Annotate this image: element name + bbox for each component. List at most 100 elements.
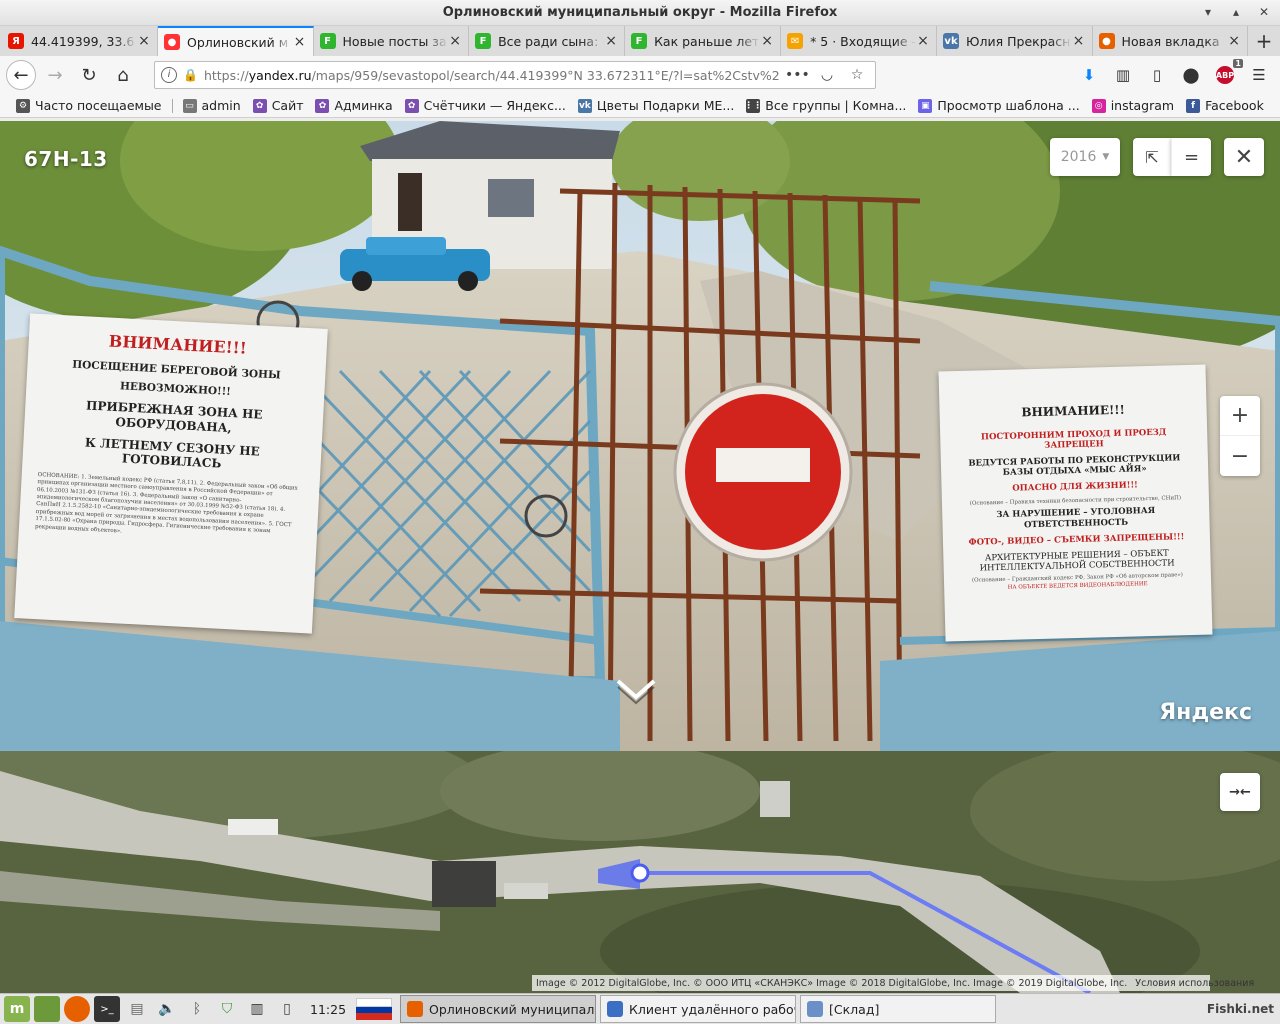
template-icon: ▣ bbox=[918, 98, 933, 113]
adblock-count: 1 bbox=[1233, 59, 1243, 68]
tab-title: Все ради сына: с bbox=[498, 33, 605, 49]
volume-icon[interactable]: 🔈 bbox=[154, 996, 180, 1022]
menu-icon[interactable]: ☰ bbox=[1244, 60, 1274, 90]
bluetooth-icon[interactable]: ᛒ bbox=[184, 996, 210, 1022]
bookmark-item[interactable]: ◎ instagram bbox=[1086, 98, 1180, 113]
new-tab-button[interactable]: + bbox=[1248, 26, 1280, 56]
home-button[interactable]: ⌂ bbox=[108, 60, 138, 90]
yandex-icon: Я bbox=[8, 33, 24, 49]
year-select[interactable]: 2016 ▼ bbox=[1050, 138, 1120, 176]
toolbar-right: ⬇ ▥ ▯ ⬤ ABP 1 ☰ bbox=[1074, 59, 1274, 90]
close-icon[interactable]: × bbox=[293, 34, 307, 50]
bookmark-item[interactable]: ⋮⋮ Все группы | Комна... bbox=[740, 98, 912, 113]
bookmark-item[interactable]: ▣ Просмотр шаблона ... bbox=[912, 98, 1085, 113]
tab-title: Юлия Прекрасн bbox=[966, 33, 1071, 49]
sign-right-line6: ФОТО-, ВИДЕО – СЪЕМКИ ЗАПРЕЩЕНЫ!!! bbox=[968, 531, 1185, 548]
bookmark-star-icon[interactable]: ☆ bbox=[845, 67, 869, 83]
close-icon[interactable]: × bbox=[916, 33, 930, 49]
url-path: /maps/959/sevastopol/search/44.419399°N … bbox=[311, 67, 779, 83]
browser-tab[interactable]: F Все ради сына: с × bbox=[469, 26, 626, 56]
vk-icon: vk bbox=[943, 33, 960, 49]
satellite-imagery bbox=[0, 751, 1280, 993]
forward-button[interactable]: → bbox=[40, 60, 70, 90]
collapse-map-button[interactable]: →← bbox=[1220, 773, 1260, 811]
street-panorama[interactable]: ВНИМАНИЕ!!! ПОСЕЩЕНИЕ БЕРЕГОВОЙ ЗОНЫ НЕВ… bbox=[0, 121, 1280, 751]
sign-left-fine-print: ОСНОВАНИЕ: 1. Земельный кодекс РФ (стать… bbox=[34, 471, 298, 535]
mint-menu-icon[interactable]: m bbox=[4, 996, 30, 1022]
taskbar-window-button[interactable]: Орлиновский муниципаль... bbox=[400, 995, 597, 1023]
browser-tab[interactable]: ✉ * 5 · Входящие - × bbox=[781, 26, 938, 56]
browser-tab[interactable]: F Новые посты за × bbox=[314, 26, 470, 56]
taskbar-window-button[interactable]: Клиент удалённого рабоче... bbox=[600, 995, 797, 1023]
drive-icon[interactable]: ▤ bbox=[124, 996, 150, 1022]
network-icon[interactable]: ▥ bbox=[244, 996, 270, 1022]
minimize-icon[interactable]: ▾ bbox=[1200, 4, 1216, 20]
close-icon[interactable]: × bbox=[448, 33, 462, 49]
watermark: Fishki.net bbox=[1206, 1002, 1274, 1016]
window-controls: ▾ ▴ ✕ bbox=[1200, 4, 1272, 20]
terms-link[interactable]: Условия использования bbox=[1135, 978, 1254, 989]
tab-title: * 5 · Входящие - bbox=[810, 33, 917, 49]
bookmark-item[interactable]: ✿ Админка bbox=[309, 98, 398, 113]
close-panorama-button[interactable]: ✕ bbox=[1224, 138, 1264, 176]
sign-left-heading: ВНИМАНИЕ!!! bbox=[108, 331, 248, 358]
browser-tab[interactable]: F Как раньше лете × bbox=[625, 26, 782, 56]
fishki-icon: F bbox=[319, 33, 336, 49]
close-window-icon[interactable]: ✕ bbox=[1256, 4, 1272, 20]
shield-icon[interactable]: ⛉ bbox=[214, 996, 240, 1022]
back-button[interactable]: ← bbox=[6, 60, 36, 90]
browser-tab[interactable]: ● Орлиновский м × bbox=[158, 26, 314, 56]
downloads-icon[interactable]: ⬇ bbox=[1074, 60, 1104, 90]
adblock-button[interactable]: ABP 1 bbox=[1210, 59, 1243, 90]
russian-flag-icon[interactable] bbox=[356, 998, 393, 1021]
browser-tab[interactable]: ● Новая вкладка × bbox=[1093, 26, 1249, 56]
browser-tab[interactable]: vk Юлия Прекрасн × bbox=[937, 26, 1093, 56]
browser-tab[interactable]: Я 44.419399, 33.67 × bbox=[2, 26, 158, 56]
bookmark-item[interactable]: vk Цветы Подарки МЕ... bbox=[572, 98, 740, 113]
bookmarks-toolbar: ⚙ Часто посещаемые ▭ admin ✿ Сайт ✿ Админка ✿ Счё… bbox=[0, 94, 1280, 118]
close-icon[interactable]: × bbox=[1227, 33, 1241, 49]
window-title: Орлиновский муниципальный округ - Mozill… bbox=[442, 5, 838, 20]
zoom-in-button[interactable]: + bbox=[1220, 396, 1260, 436]
sign-right-line5: ЗА НАРУШЕНИЕ – УГОЛОВНАЯ ОТВЕТСТВЕННОСТЬ bbox=[996, 506, 1156, 530]
gear-icon: ⚙ bbox=[16, 98, 30, 113]
bookmark-label: Счётчики — Яндекс... bbox=[423, 98, 566, 113]
reload-button[interactable]: ↻ bbox=[74, 60, 104, 90]
page-actions-icon[interactable]: ••• bbox=[785, 67, 810, 83]
folder-icon: ▭ bbox=[182, 98, 197, 113]
url-bar[interactable]: i 🔒 https://yandex.ru/maps/959/sevastopo… bbox=[154, 61, 876, 89]
battery-icon[interactable]: ▯ bbox=[274, 996, 300, 1022]
taskbar-window-button[interactable]: [Склад] bbox=[800, 995, 997, 1023]
bookmark-item[interactable]: ✿ Сайт bbox=[247, 98, 310, 113]
library-icon[interactable]: ▥ bbox=[1108, 60, 1138, 90]
satellite-map[interactable]: →← Image © 2012 DigitalGlobe, Inc. © ООО… bbox=[0, 751, 1280, 993]
open-external-button[interactable]: ⇱ bbox=[1133, 138, 1171, 176]
sidebar-icon[interactable]: ▯ bbox=[1142, 60, 1172, 90]
site-info-icon[interactable]: i bbox=[161, 67, 177, 83]
panorama-menu-button[interactable]: = bbox=[1171, 138, 1211, 176]
clock[interactable]: 11:25 bbox=[310, 1002, 346, 1017]
close-icon[interactable]: × bbox=[760, 33, 774, 49]
sign-right-line3: ОПАСНО ДЛЯ ЖИЗНИ!!! bbox=[1012, 480, 1139, 495]
bookmark-item[interactable]: ▭ admin bbox=[177, 98, 247, 113]
show-desktop-icon[interactable] bbox=[34, 996, 60, 1022]
close-icon[interactable]: × bbox=[137, 33, 151, 49]
pocket-icon[interactable]: ◡ bbox=[815, 67, 839, 83]
zoom-out-button[interactable]: − bbox=[1220, 436, 1260, 476]
bookmark-label: Facebook bbox=[1205, 98, 1264, 113]
sign-left-line3: ПРИБРЕЖНАЯ ЗОНА НЕ ОБОРУДОВАНА, bbox=[85, 398, 263, 435]
yandex-logo: Яндекс bbox=[1159, 700, 1252, 725]
year-value: 2016 bbox=[1060, 149, 1097, 165]
bookmark-label: Админка bbox=[334, 98, 393, 113]
close-icon[interactable]: × bbox=[604, 33, 618, 49]
url-text[interactable]: https://yandex.ru/maps/959/sevastopol/se… bbox=[204, 68, 779, 83]
extension-icon[interactable]: ⬤ bbox=[1176, 60, 1206, 90]
close-icon[interactable]: × bbox=[1072, 33, 1086, 49]
maximize-icon[interactable]: ▴ bbox=[1228, 4, 1244, 20]
terminal-icon[interactable]: >_ bbox=[94, 996, 120, 1022]
bookmark-item[interactable]: f Facebook bbox=[1180, 98, 1270, 113]
bookmark-item[interactable]: ✿ Счётчики — Яндекс... bbox=[399, 98, 572, 113]
firefox-launcher-icon[interactable] bbox=[64, 996, 90, 1022]
lock-icon: 🔒 bbox=[183, 68, 198, 82]
bookmark-item[interactable]: ⚙ Часто посещаемые bbox=[10, 98, 168, 113]
